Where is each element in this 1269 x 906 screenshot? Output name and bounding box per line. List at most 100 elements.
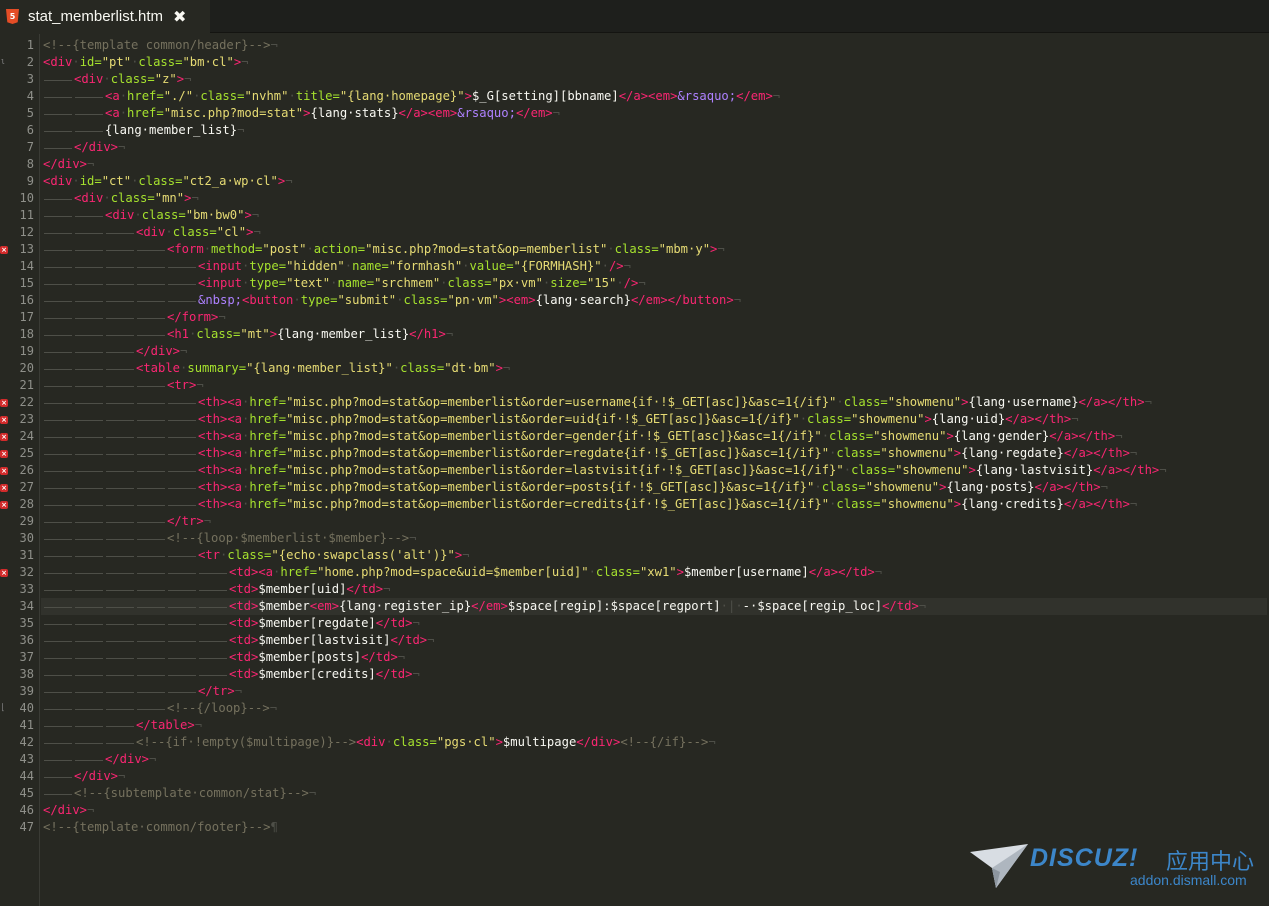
code-token: "formhash" [388,259,463,273]
code-token: > [269,327,278,341]
code-token: {lang·stats} [310,106,399,120]
code-token: $member[regdate] [258,616,376,630]
indent-guide [43,445,198,462]
code-token: "mt" [240,327,270,341]
code-token: · [306,242,314,256]
code-token: "nvhm" [244,89,289,103]
code-token: class= [821,480,866,494]
code-token: /> [623,276,639,290]
indent-guide [43,88,105,105]
code-token: "{lang·homepage}" [339,89,465,103]
code-token: </td> [375,667,413,681]
error-marker-icon[interactable]: × [0,450,8,458]
code-token: "home.php?mod=space&uid=$member[uid]" [317,565,589,579]
error-marker-icon[interactable]: × [0,433,8,441]
tab-stat-memberlist[interactable]: 5 stat_memberlist.htm ✖ [0,0,210,33]
fold-marker-icon[interactable]: ι [0,54,5,71]
line-number: 18 [19,327,34,341]
code-token: {lang·posts} [946,480,1035,494]
code-token: "xw1" [639,565,677,579]
indent-guide [43,581,229,598]
code-token: <!--{/loop}--> [167,701,270,715]
paper-plane-icon [970,844,1028,888]
code-token: </td> [346,582,384,596]
code-token: <!--{/if}--> [620,735,709,749]
code-token: type= [300,293,338,307]
code-editor[interactable]: <!--{template common/header}-->¬ <div·id=… [41,34,1269,906]
code-line: </div>¬ [43,768,125,785]
line-number: 40 [19,701,34,715]
code-token: <th><a [198,446,243,460]
code-token: <form [167,242,204,256]
fold-marker-icon[interactable]: ⌊ [0,700,5,717]
code-token: href= [249,480,287,494]
code-token: <th><a [198,463,243,477]
code-token: <td> [229,633,259,647]
code-token: </a></th> [1093,463,1160,477]
html5-icon: 5 [6,9,19,24]
code-token: class= [110,72,155,86]
code-token: · [440,276,448,290]
code-token: </a></th> [1063,446,1130,460]
code-token: "pt" [101,55,132,69]
code-line: <th><a·href="misc.php?mod=stat&op=member… [43,496,1137,513]
code-token: </tr> [167,514,204,528]
code-token: "mn" [154,191,185,205]
error-marker-icon[interactable]: × [0,569,8,577]
code-token: "misc.php?mod=stat&op=memberlist&order=r… [286,446,830,460]
line-number: 10 [19,191,34,205]
indent-guide [43,258,198,275]
code-token: </div> [136,344,181,358]
code-token: class= [400,361,445,375]
indent-guide [43,564,229,581]
code-token: class= [614,242,659,256]
error-marker-icon[interactable]: × [0,399,8,407]
code-token: </td> [361,650,398,664]
line-number: 15 [19,276,34,290]
code-token: </a></td> [808,565,875,579]
error-marker-icon[interactable]: × [0,416,8,424]
code-token: ¬ [1129,446,1138,460]
error-marker-icon[interactable]: × [0,484,8,492]
indent-guide [43,615,229,632]
indent-guide [43,751,105,768]
code-token: "z" [154,72,177,86]
code-line: <div·class="mn">¬ [43,190,199,207]
code-token: ¬ [251,208,260,222]
code-token: </a></th> [1063,497,1130,511]
code-token: "showmenu" [880,497,954,511]
code-token: <input [198,276,243,290]
code-token: name= [352,259,389,273]
line-number: 7 [26,140,34,154]
code-token: "{FORMHASH}" [513,259,602,273]
code-token: · [836,395,844,409]
error-marker-icon[interactable]: × [0,246,8,254]
line-number: 36 [19,633,34,647]
code-line: <a·href="./"·class="nvhm"·title="{lang·h… [43,88,780,105]
code-token: "pgs·cl" [436,735,496,749]
code-token: class= [829,429,874,443]
code-token: /> [608,259,624,273]
code-token: ><em> [498,293,536,307]
line-number: 19 [19,344,34,358]
code-line: <!--{template·common/footer}-->¶ [43,819,278,836]
code-token: ¬ [191,191,199,205]
indent-guide [43,513,167,530]
line-number: 2 [26,55,34,69]
error-marker-icon[interactable]: × [0,467,8,475]
error-marker-icon[interactable]: × [0,501,8,509]
close-icon[interactable]: ✖ [173,7,186,26]
code-token: </form> [167,310,219,324]
code-token: </tr> [198,684,235,698]
code-token: href= [280,565,318,579]
code-token: <div [74,72,104,86]
line-number: 8 [26,157,34,171]
code-token: value= [469,259,514,273]
line-number: 14 [19,259,34,273]
code-token: <th><a [198,429,243,443]
code-token: <h1 [167,327,190,341]
code-line: <tr·class="{echo·swapclass('alt')}">¬ [43,547,470,564]
code-token: ¬ [308,786,317,800]
code-token: ¬ [149,752,157,766]
indent-guide [43,343,136,360]
